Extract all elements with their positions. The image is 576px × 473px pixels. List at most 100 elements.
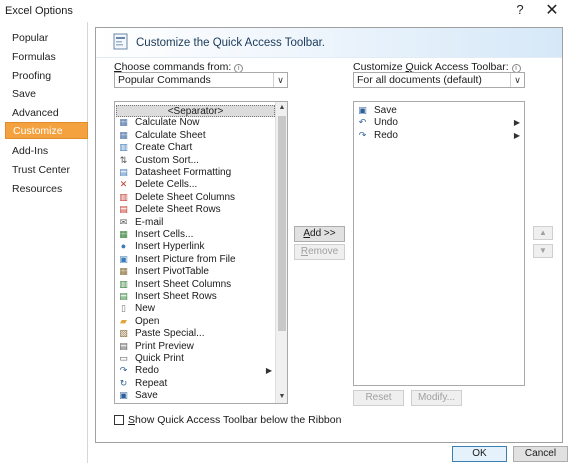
command-label: Calculate Sheet bbox=[135, 129, 206, 141]
redo-icon: ↷ bbox=[119, 365, 128, 376]
nav-item-save[interactable]: Save bbox=[5, 86, 88, 103]
nav-item-add-ins[interactable]: Add-Ins bbox=[5, 143, 88, 160]
show-below-ribbon-label[interactable]: Show Quick Access Toolbar below the Ribb… bbox=[128, 414, 341, 426]
command-label: Calculate Now bbox=[135, 117, 200, 129]
nav-item-formulas[interactable]: Formulas bbox=[5, 49, 88, 66]
command-item[interactable]: ● Insert Hyperlink bbox=[116, 241, 275, 253]
toolbar-commands-list[interactable]: ▣ Save ↶ Undo ▶ ↷ Redo ▶ bbox=[353, 101, 525, 386]
scroll-thumb[interactable] bbox=[278, 116, 286, 331]
nav-item-label: Customize bbox=[13, 125, 63, 137]
command-item[interactable]: ▣ Save bbox=[116, 390, 275, 402]
show-below-ribbon-checkbox[interactable] bbox=[114, 415, 124, 425]
scroll-down-icon[interactable]: ▼ bbox=[276, 391, 287, 403]
command-label: Paste Special... bbox=[135, 328, 205, 340]
submenu-arrow-icon: ▶ bbox=[513, 130, 520, 140]
email-icon: ✉ bbox=[119, 216, 128, 227]
command-item[interactable]: ▥ Delete Sheet Columns bbox=[116, 192, 275, 204]
help-button[interactable]: ? bbox=[511, 2, 529, 17]
command-item[interactable]: ↷ Redo ▶ bbox=[355, 130, 523, 142]
command-item[interactable]: ▯ New bbox=[116, 303, 275, 315]
command-label: E-mail bbox=[135, 216, 164, 228]
command-item[interactable]: ▰ Open bbox=[116, 316, 275, 328]
scroll-up-icon[interactable]: ▲ bbox=[276, 102, 287, 114]
command-item[interactable]: ▥ Create Chart bbox=[116, 142, 275, 154]
command-item[interactable]: ▦ Calculate Now bbox=[116, 117, 275, 129]
button-label: Cancel bbox=[524, 448, 557, 459]
command-label: Print Preview bbox=[135, 340, 194, 352]
command-label: Save bbox=[135, 390, 158, 402]
close-button[interactable]: ✕ bbox=[543, 0, 561, 20]
command-item[interactable]: <Separator> bbox=[116, 105, 275, 117]
button-label: dd >> bbox=[310, 228, 336, 239]
insert-cells-icon: ▦ bbox=[119, 229, 128, 239]
command-item[interactable]: ▦ Insert PivotTable bbox=[116, 266, 275, 278]
command-item[interactable]: ▦ Calculate Sheet bbox=[116, 130, 275, 142]
insert-rows-icon: ▤ bbox=[119, 291, 128, 301]
modify-button[interactable]: Modify... bbox=[411, 390, 462, 406]
paste-icon: ▧ bbox=[119, 328, 128, 339]
button-label: emove bbox=[308, 246, 339, 257]
command-item[interactable]: ✕ Delete Cells... bbox=[116, 179, 275, 191]
command-item[interactable]: ↷ Redo ▶ bbox=[116, 365, 275, 377]
nav-item-trust-center[interactable]: Trust Center bbox=[5, 162, 88, 179]
command-item[interactable]: ⇅ Custom Sort... bbox=[116, 155, 275, 167]
commands-scrollbar[interactable]: ▲ ▼ bbox=[275, 102, 287, 403]
add-button[interactable]: Add >> bbox=[294, 226, 345, 242]
reset-button[interactable]: Reset bbox=[353, 390, 404, 406]
nav-item-proofing[interactable]: Proofing bbox=[5, 68, 88, 85]
nav-item-advanced[interactable]: Advanced bbox=[5, 105, 88, 122]
command-label: <Separator> bbox=[167, 106, 224, 117]
nav-item-customize[interactable]: Customize bbox=[5, 122, 88, 139]
calculate-sheet-icon: ▦ bbox=[119, 129, 128, 140]
command-item[interactable]: ▤ Insert Sheet Rows bbox=[116, 291, 275, 303]
remove-button[interactable]: Remove bbox=[294, 244, 345, 260]
command-label: Custom Sort... bbox=[135, 154, 199, 166]
command-item[interactable]: ▤ Delete Sheet Rows bbox=[116, 204, 275, 216]
redo-icon: ↷ bbox=[358, 129, 367, 140]
print-preview-icon: ▤ bbox=[119, 340, 128, 351]
command-item[interactable]: ✉ E-mail bbox=[116, 217, 275, 229]
command-item[interactable]: ▣ Insert Picture from File bbox=[116, 254, 275, 266]
cancel-button[interactable]: Cancel bbox=[513, 446, 568, 462]
command-label: Save bbox=[374, 105, 397, 116]
button-label: Reset bbox=[365, 392, 392, 403]
sort-icon: ⇅ bbox=[119, 154, 128, 165]
move-down-button[interactable]: ▼ bbox=[533, 244, 553, 258]
chevron-down-icon[interactable]: ∨ bbox=[510, 73, 524, 87]
nav-item-popular[interactable]: Popular bbox=[5, 30, 88, 47]
submenu-arrow-icon: ▶ bbox=[265, 366, 272, 376]
command-label: Open bbox=[135, 315, 160, 327]
command-item[interactable]: ↻ Repeat bbox=[116, 378, 275, 390]
nav-item-label: Save bbox=[12, 88, 36, 100]
save-icon: ▣ bbox=[119, 390, 128, 401]
command-item[interactable]: ▤ Datasheet Formatting bbox=[116, 167, 275, 179]
command-label: Insert PivotTable bbox=[135, 266, 209, 278]
dropdown-value: Popular Commands bbox=[118, 74, 211, 86]
chevron-down-icon[interactable]: ∨ bbox=[273, 73, 287, 87]
printer-icon: ▭ bbox=[119, 353, 128, 363]
move-up-button[interactable]: ▲ bbox=[533, 226, 553, 240]
window-title: Excel Options bbox=[5, 5, 73, 17]
new-document-icon: ▯ bbox=[121, 303, 126, 314]
button-label: OK bbox=[472, 448, 487, 459]
available-commands-list[interactable]: <Separator> ▦ Calculate Now ▦ Calculate Shee… bbox=[114, 101, 288, 404]
delete-rows-icon: ▤ bbox=[119, 204, 128, 215]
command-item[interactable]: ▥ Insert Sheet Columns bbox=[116, 279, 275, 291]
insert-columns-icon: ▥ bbox=[119, 278, 128, 289]
command-item[interactable]: ▤ Print Preview bbox=[116, 341, 275, 353]
choose-commands-dropdown[interactable]: Popular Commands ∨ bbox=[114, 72, 288, 88]
command-item[interactable]: ↶ Undo ▶ bbox=[355, 117, 523, 129]
command-label: Repeat bbox=[135, 377, 168, 389]
command-item[interactable]: ▧ Paste Special... bbox=[116, 328, 275, 340]
toolbar-scope-dropdown[interactable]: For all documents (default) ∨ bbox=[353, 72, 525, 88]
nav-item-label: Add-Ins bbox=[12, 145, 49, 157]
ok-button[interactable]: OK bbox=[452, 446, 507, 462]
nav-item-resources[interactable]: Resources bbox=[5, 181, 88, 198]
title-bar: Excel Options ? ✕ bbox=[0, 0, 576, 22]
command-item[interactable]: ▦ Insert Cells... bbox=[116, 229, 275, 241]
command-item[interactable]: ▭ Quick Print bbox=[116, 353, 275, 365]
command-label: New bbox=[135, 303, 156, 315]
label-text: how Quick Access Toolbar below the Ribbo… bbox=[135, 414, 342, 426]
command-item[interactable]: ▣ Save bbox=[355, 105, 523, 117]
command-label: Redo bbox=[135, 365, 159, 377]
